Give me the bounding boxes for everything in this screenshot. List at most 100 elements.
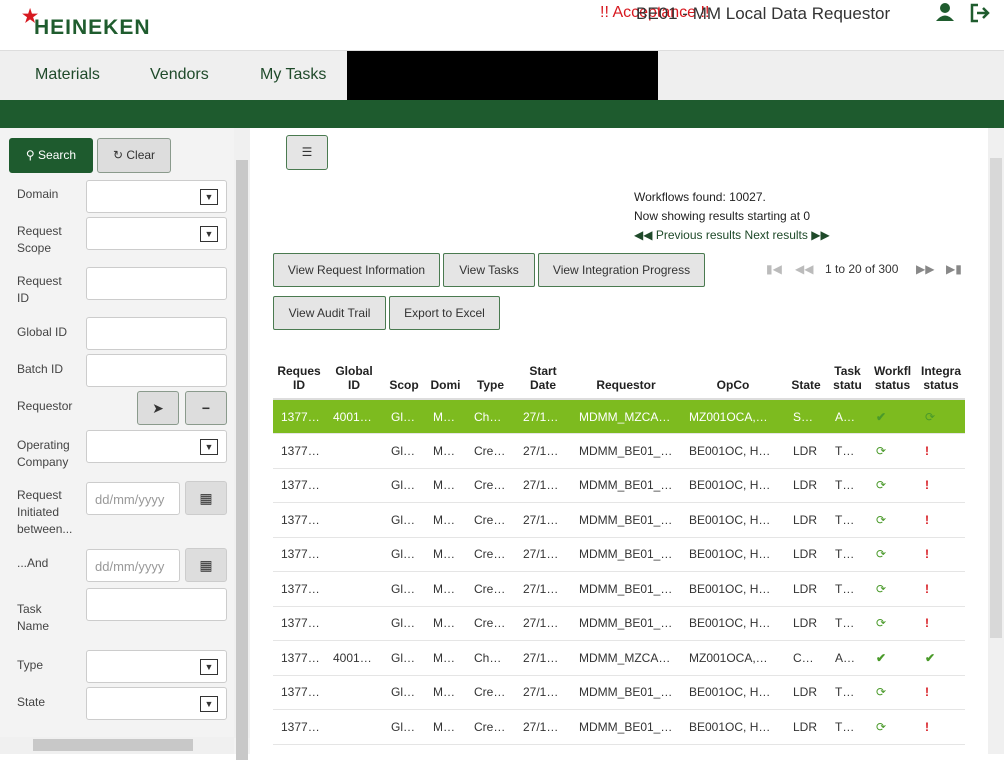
batch-id-input[interactable] xyxy=(86,354,227,387)
view-audit-trail-button[interactable]: View Audit Trail xyxy=(273,296,386,330)
state-select[interactable]: ▼ xyxy=(86,687,227,720)
table-cell: MDMM_MZCA… xyxy=(571,399,681,434)
view-tasks-button[interactable]: View Tasks xyxy=(443,253,535,287)
state-label: State xyxy=(17,695,46,709)
nav-vendors[interactable]: Vendors xyxy=(150,66,209,84)
table-cell: ! xyxy=(917,502,965,538)
column-header[interactable]: Domi xyxy=(425,353,466,400)
column-header[interactable]: Workfl status xyxy=(868,353,917,400)
sync-icon: ⟳ xyxy=(876,478,887,493)
previous-results-link[interactable]: ◀◀ Previous results xyxy=(634,228,741,242)
search-panel-scrollbar[interactable] xyxy=(234,128,250,760)
table-row[interactable]: 1377… Gl… M… Cre… 27/1… MDMM_BE01_… BE001OC, H… xyxy=(273,675,965,710)
nav-my-tasks[interactable]: My Tasks xyxy=(260,66,326,84)
search-panel-hscrollbar[interactable] xyxy=(0,737,234,754)
scrollbar-thumb[interactable] xyxy=(236,160,248,760)
view-integration-progress-button[interactable]: View Integration Progress xyxy=(538,253,705,287)
logo-text: HEINEKEN xyxy=(34,16,151,39)
table-cell xyxy=(325,537,383,572)
column-header[interactable]: Integra status xyxy=(917,353,965,400)
last-page-icon[interactable]: ▶▮ xyxy=(946,262,962,276)
global-id-input[interactable] xyxy=(86,317,227,350)
table-cell: ! xyxy=(917,433,965,469)
app-title: BE01 - MM Local Data Requestor xyxy=(636,4,891,23)
prev-page-icon[interactable]: ◀◀ xyxy=(795,262,813,276)
chevron-down-icon: ▼ xyxy=(200,226,218,242)
column-header[interactable]: State xyxy=(785,353,827,400)
results-scrollbar[interactable] xyxy=(988,128,1004,754)
table-row[interactable]: 1377… 4001… Gl… M… Ch… 27/1… MDMM_MZCA… MZ001OC… xyxy=(273,640,965,676)
column-header[interactable]: Reques ID xyxy=(273,353,325,400)
table-cell: T… xyxy=(827,433,868,469)
alert-icon: ! xyxy=(925,547,929,562)
heineken-logo[interactable]: ★ HEINEKEN xyxy=(22,6,151,40)
table-cell: LDR xyxy=(785,537,827,572)
view-request-information-button[interactable]: View Request Information xyxy=(273,253,440,287)
first-page-icon[interactable]: ▮◀ xyxy=(766,262,782,276)
column-header[interactable]: Global ID xyxy=(325,353,383,400)
table-cell: Gl… xyxy=(383,606,425,641)
chevron-down-icon: ▼ xyxy=(200,439,218,455)
workflows-table: Reques ID Global ID Scop Domi Type Start Date Req… xyxy=(273,353,965,745)
user-icon[interactable] xyxy=(934,2,956,24)
type-select[interactable]: ▼ xyxy=(86,650,227,683)
column-header[interactable]: Type xyxy=(466,353,515,400)
sync-icon: ⟳ xyxy=(876,616,887,631)
domain-select[interactable]: ▼ xyxy=(86,180,227,213)
table-row[interactable]: 1377… Gl… M… Cre… 27/1… MDMM_BE01_… BE001OC, H… xyxy=(273,433,965,469)
minus-icon: − xyxy=(201,400,211,416)
request-scope-select[interactable]: ▼ xyxy=(86,217,227,250)
table-row[interactable]: 1377… Gl… M… Cre… 27/1… MDMM_BE01_… BE001OC, H… xyxy=(273,709,965,745)
column-header[interactable]: Requestor xyxy=(571,353,681,400)
table-row[interactable]: 1377… Gl… M… Cre… 27/1… MDMM_BE01_… BE001OC, H… xyxy=(273,571,965,607)
table-cell: Cre… xyxy=(466,537,515,572)
type-label: Type xyxy=(17,658,44,672)
alert-icon: ! xyxy=(925,443,929,458)
table-cell: Cre… xyxy=(466,675,515,710)
table-cell: Cre… xyxy=(466,606,515,641)
table-row[interactable]: 1377… Gl… M… Cre… 27/1… MDMM_BE01_… BE001OC, H… xyxy=(273,468,965,503)
column-header[interactable]: Scop xyxy=(383,353,425,400)
table-cell: MZ001OCA,… xyxy=(681,399,785,434)
calendar-icon[interactable]: ▦ xyxy=(185,548,227,582)
table-cell: MDMM_BE01_… xyxy=(571,537,681,572)
table-cell: 1377… xyxy=(273,675,325,710)
column-header[interactable]: Task statu xyxy=(827,353,868,400)
table-row[interactable]: 1377… 4001… Gl… M… Ch… 27/1… MDMM_MZCA… MZ001OC… xyxy=(273,399,965,434)
calendar-icon[interactable]: ▦ xyxy=(185,481,227,515)
search-button[interactable]: ⚲ Search xyxy=(9,138,93,173)
table-cell: LDR xyxy=(785,606,827,641)
initiated-from-input[interactable]: dd/mm/yyyy xyxy=(86,482,180,515)
table-row[interactable]: 1377… Gl… M… Cre… 27/1… MDMM_BE01_… BE001OC, H… xyxy=(273,537,965,572)
request-id-label: Request ID xyxy=(17,274,62,305)
table-cell: Ch… xyxy=(466,399,515,434)
clear-button[interactable]: ↻ Clear xyxy=(97,138,171,173)
column-header[interactable]: Start Date xyxy=(515,353,571,400)
table-cell: Gl… xyxy=(383,468,425,503)
scrollbar-thumb[interactable] xyxy=(990,158,1002,638)
table-cell: Cre… xyxy=(466,502,515,538)
task-name-label: Task Name xyxy=(17,602,50,633)
table-cell: 1377… xyxy=(273,399,325,434)
initiated-to-input[interactable]: dd/mm/yyyy xyxy=(86,549,180,582)
table-row[interactable]: 1377… Gl… M… Cre… 27/1… MDMM_BE01_… BE001OC, H… xyxy=(273,606,965,641)
logout-icon[interactable] xyxy=(969,2,991,24)
export-to-excel-button[interactable]: Export to Excel xyxy=(389,296,500,330)
next-page-icon[interactable]: ▶▶ xyxy=(916,262,934,276)
table-cell: LDR xyxy=(785,433,827,469)
table-cell: M… xyxy=(425,640,466,676)
requestor-remove-button[interactable]: − xyxy=(185,391,227,425)
menu-list-button[interactable]: ☰ xyxy=(286,135,328,170)
scrollbar-thumb[interactable] xyxy=(33,739,193,751)
request-id-input[interactable] xyxy=(86,267,227,300)
alert-icon: ! xyxy=(925,685,929,700)
table-row[interactable]: 1377… Gl… M… Cre… 27/1… MDMM_BE01_… BE001OC, H… xyxy=(273,502,965,538)
task-name-input[interactable] xyxy=(86,588,227,621)
column-header[interactable]: OpCo xyxy=(681,353,785,400)
opco-select[interactable]: ▼ xyxy=(86,430,227,463)
nav-materials[interactable]: Materials xyxy=(35,66,100,84)
sync-icon: ⟳ xyxy=(876,512,887,527)
next-results-link[interactable]: Next results ▶▶ xyxy=(745,228,830,242)
requestor-select-button[interactable]: ➤ xyxy=(137,391,179,425)
table-cell: ! xyxy=(917,709,965,745)
